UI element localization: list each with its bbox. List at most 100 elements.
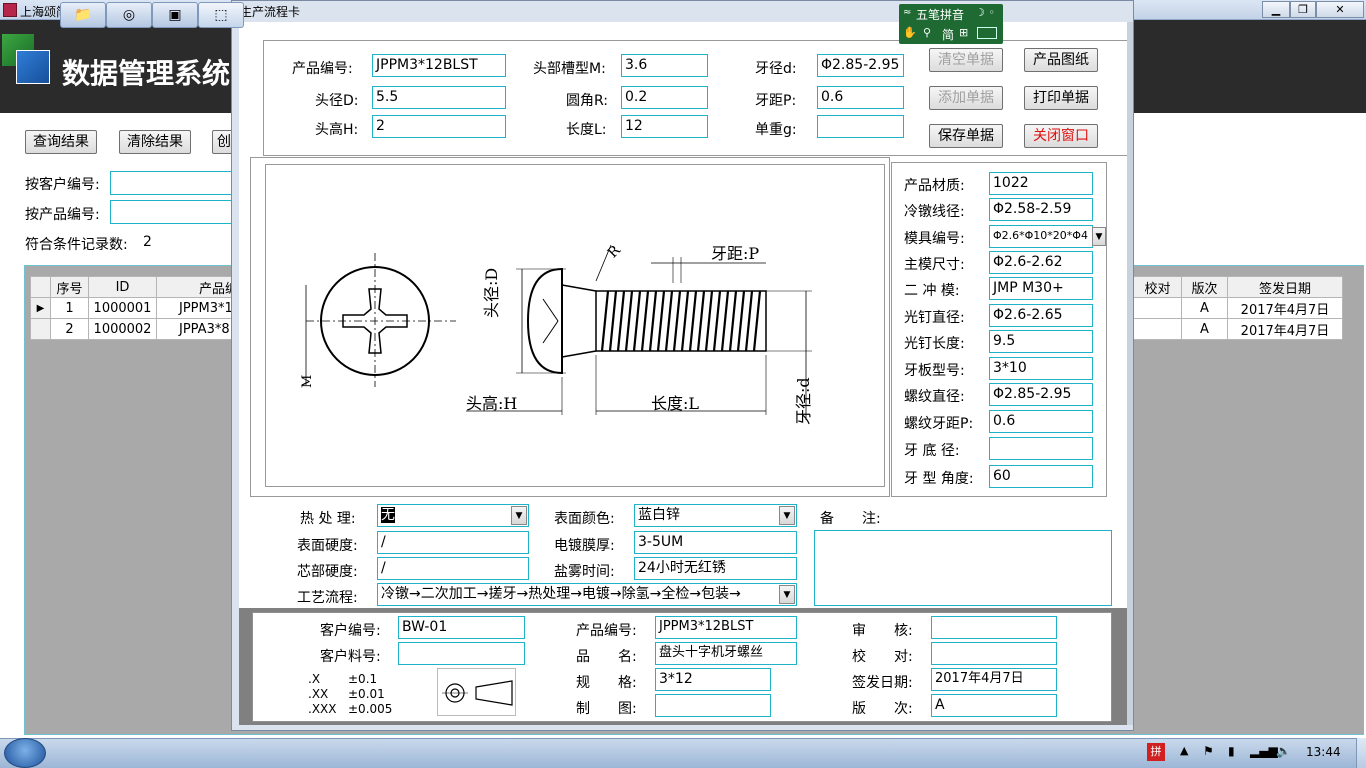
cell-date[interactable]: 2017年4月7日 (1227, 318, 1343, 340)
color-dropdown-icon[interactable]: ▼ (779, 506, 795, 525)
show-desktop-button[interactable] (1356, 738, 1366, 768)
material-field-value[interactable]: Φ2.6-2.62 (989, 251, 1093, 274)
cell-product[interactable]: JPPA3*8 (155, 318, 240, 340)
ime-keyboard-icon[interactable] (977, 27, 997, 39)
issue-date-field[interactable]: 2017年4月7日 (931, 668, 1057, 691)
print-form-button[interactable]: 打印单据 (1024, 86, 1098, 110)
tray-battery-icon[interactable]: ▮ (1228, 744, 1235, 758)
taskbar-explorer-icon[interactable]: 📁 (60, 2, 106, 28)
check-field[interactable] (931, 642, 1057, 665)
col-no-header[interactable]: 序号 (50, 276, 89, 298)
fillet-field[interactable]: 0.2 (621, 86, 708, 109)
surface-hard-field[interactable]: / (377, 531, 529, 554)
col-check-header[interactable]: 校对 (1133, 276, 1182, 298)
customer-no-field[interactable]: BW-01 (398, 616, 525, 639)
material-field-value[interactable] (989, 437, 1093, 460)
name-field[interactable]: 盘头十字机牙螺丝 (655, 642, 797, 665)
material-field-value[interactable]: Φ2.6*Φ10*20*Φ4 (989, 225, 1093, 248)
close-main-button[interactable]: ✕ (1316, 1, 1364, 18)
tray-volume-icon[interactable]: 🔈 (1276, 744, 1291, 758)
heat-combo[interactable]: 无 (377, 504, 529, 527)
material-field-value[interactable]: 9.5 (989, 330, 1093, 353)
flow-combo[interactable]: 冷镦→二次加工→搓牙→热处理→电镀→除氢→全检→包装→ (377, 583, 797, 606)
thread-dia-field[interactable]: Φ2.85-2.95 (817, 54, 904, 77)
length-field[interactable]: 12 (621, 115, 708, 138)
cell-id[interactable]: 1000001 (88, 297, 157, 319)
add-form-button[interactable]: 添加单据 (929, 86, 1003, 110)
col-id-header[interactable]: ID (88, 276, 157, 298)
clear-results-button[interactable]: 清除结果 (119, 130, 191, 154)
customer-part-field[interactable] (398, 642, 525, 665)
taskbar-ie-icon[interactable]: ◎ (106, 2, 152, 28)
tray-clock[interactable]: 13:44 (1306, 745, 1341, 759)
taskbar-access-icon[interactable]: ⬚ (198, 2, 244, 28)
query-results-button[interactable]: 查询结果 (25, 130, 97, 154)
ime-punct-icon[interactable]: ☽ ◦ (975, 6, 995, 19)
cell-version[interactable]: A (1181, 318, 1228, 340)
ime-mode[interactable]: 五笔拼音 (916, 6, 964, 23)
ime-hand-icon[interactable]: ✋ (903, 26, 917, 39)
flow-dropdown-icon[interactable]: ▼ (779, 585, 795, 604)
head-dia-field[interactable]: 5.5 (372, 86, 506, 109)
slot-field[interactable]: 3.6 (621, 54, 708, 77)
ime-search-icon[interactable]: ⚲ (923, 26, 931, 39)
salt-field[interactable]: 24小时无红锈 (634, 557, 797, 580)
tray-flag-icon[interactable]: ⚑ (1203, 744, 1214, 758)
material-field-value[interactable]: Φ2.85-2.95 (989, 383, 1093, 406)
tray-expand-icon[interactable]: ▲ (1180, 744, 1188, 757)
dialog-scrollbar[interactable] (1127, 22, 1133, 725)
ime-grid-icon[interactable]: ⊞ (959, 26, 968, 39)
color-combo[interactable]: 蓝白锌 (634, 504, 797, 527)
head-height-field[interactable]: 2 (372, 115, 506, 138)
cell-check[interactable] (1133, 318, 1182, 340)
col-date-header[interactable]: 签发日期 (1227, 276, 1343, 298)
restore-button[interactable]: ❐ (1290, 1, 1316, 18)
footer-product-no-field[interactable]: JPPM3*12BLST (655, 616, 797, 639)
material-field-value[interactable]: 0.6 (989, 410, 1093, 433)
ime-expand-icon[interactable]: ≈ (903, 7, 911, 18)
customer-filter-input[interactable] (110, 171, 236, 195)
cell-no[interactable]: 2 (50, 318, 89, 340)
close-dialog-button[interactable]: 关闭窗口 (1024, 124, 1098, 148)
material-field-value[interactable]: JMP M30+ (989, 277, 1093, 300)
material-field-value[interactable]: 60 (989, 465, 1093, 488)
tray-network-icon[interactable]: ▂▄▆ (1250, 744, 1278, 758)
clear-form-button[interactable]: 清空单据 (929, 48, 1003, 72)
col-product-header[interactable]: 产品编 (155, 276, 240, 298)
material-field-value[interactable]: Φ2.58-2.59 (989, 198, 1093, 221)
col-version-header[interactable]: 版次 (1181, 276, 1228, 298)
cell-no[interactable]: 1 (50, 297, 89, 319)
cell-check[interactable] (1133, 297, 1182, 319)
save-form-button[interactable]: 保存单据 (929, 124, 1003, 148)
product-no-field[interactable]: JPPM3*12BLST (372, 54, 506, 77)
review-field[interactable] (931, 616, 1057, 639)
row-selector[interactable] (30, 318, 51, 340)
material-field-value[interactable]: Φ2.6-2.65 (989, 304, 1093, 327)
product-drawing-button[interactable]: 产品图纸 (1024, 48, 1098, 72)
tray-ime-icon[interactable]: 拼 (1147, 743, 1165, 761)
version-field[interactable]: A (931, 694, 1057, 717)
weight-field[interactable] (817, 115, 904, 138)
table-row[interactable]: 2 1000002 JPPA3*8 (30, 318, 240, 340)
cell-date[interactable]: 2017年4月7日 (1227, 297, 1343, 319)
core-hard-field[interactable]: / (377, 557, 529, 580)
ime-simplified[interactable]: 简 (942, 26, 954, 43)
material-field-value[interactable]: 1022 (989, 172, 1093, 195)
mold-dropdown-icon[interactable]: ▼ (1092, 227, 1106, 246)
remark-textarea[interactable] (814, 530, 1112, 606)
minimize-button[interactable]: ▁ (1262, 1, 1290, 18)
spec-field[interactable]: 3*12 (655, 668, 771, 691)
cell-version[interactable]: A (1181, 297, 1228, 319)
table-row[interactable]: A 2017年4月7日 (1133, 297, 1343, 319)
table-row[interactable]: A 2017年4月7日 (1133, 318, 1343, 340)
plating-field[interactable]: 3-5UM (634, 531, 797, 554)
ime-toolbar[interactable]: ≈ 五笔拼音 ☽ ◦ ✋ ⚲ 简 ⊞ (899, 4, 1003, 44)
product-filter-input[interactable] (110, 200, 236, 224)
taskbar-window-icon[interactable]: ▣ (152, 2, 198, 28)
cell-id[interactable]: 1000002 (88, 318, 157, 340)
heat-dropdown-icon[interactable]: ▼ (511, 506, 527, 525)
cell-product[interactable]: JPPM3*1 (155, 297, 240, 319)
drafter-field[interactable] (655, 694, 771, 717)
material-field-value[interactable]: 3*10 (989, 357, 1093, 380)
start-button-icon[interactable] (4, 738, 46, 768)
